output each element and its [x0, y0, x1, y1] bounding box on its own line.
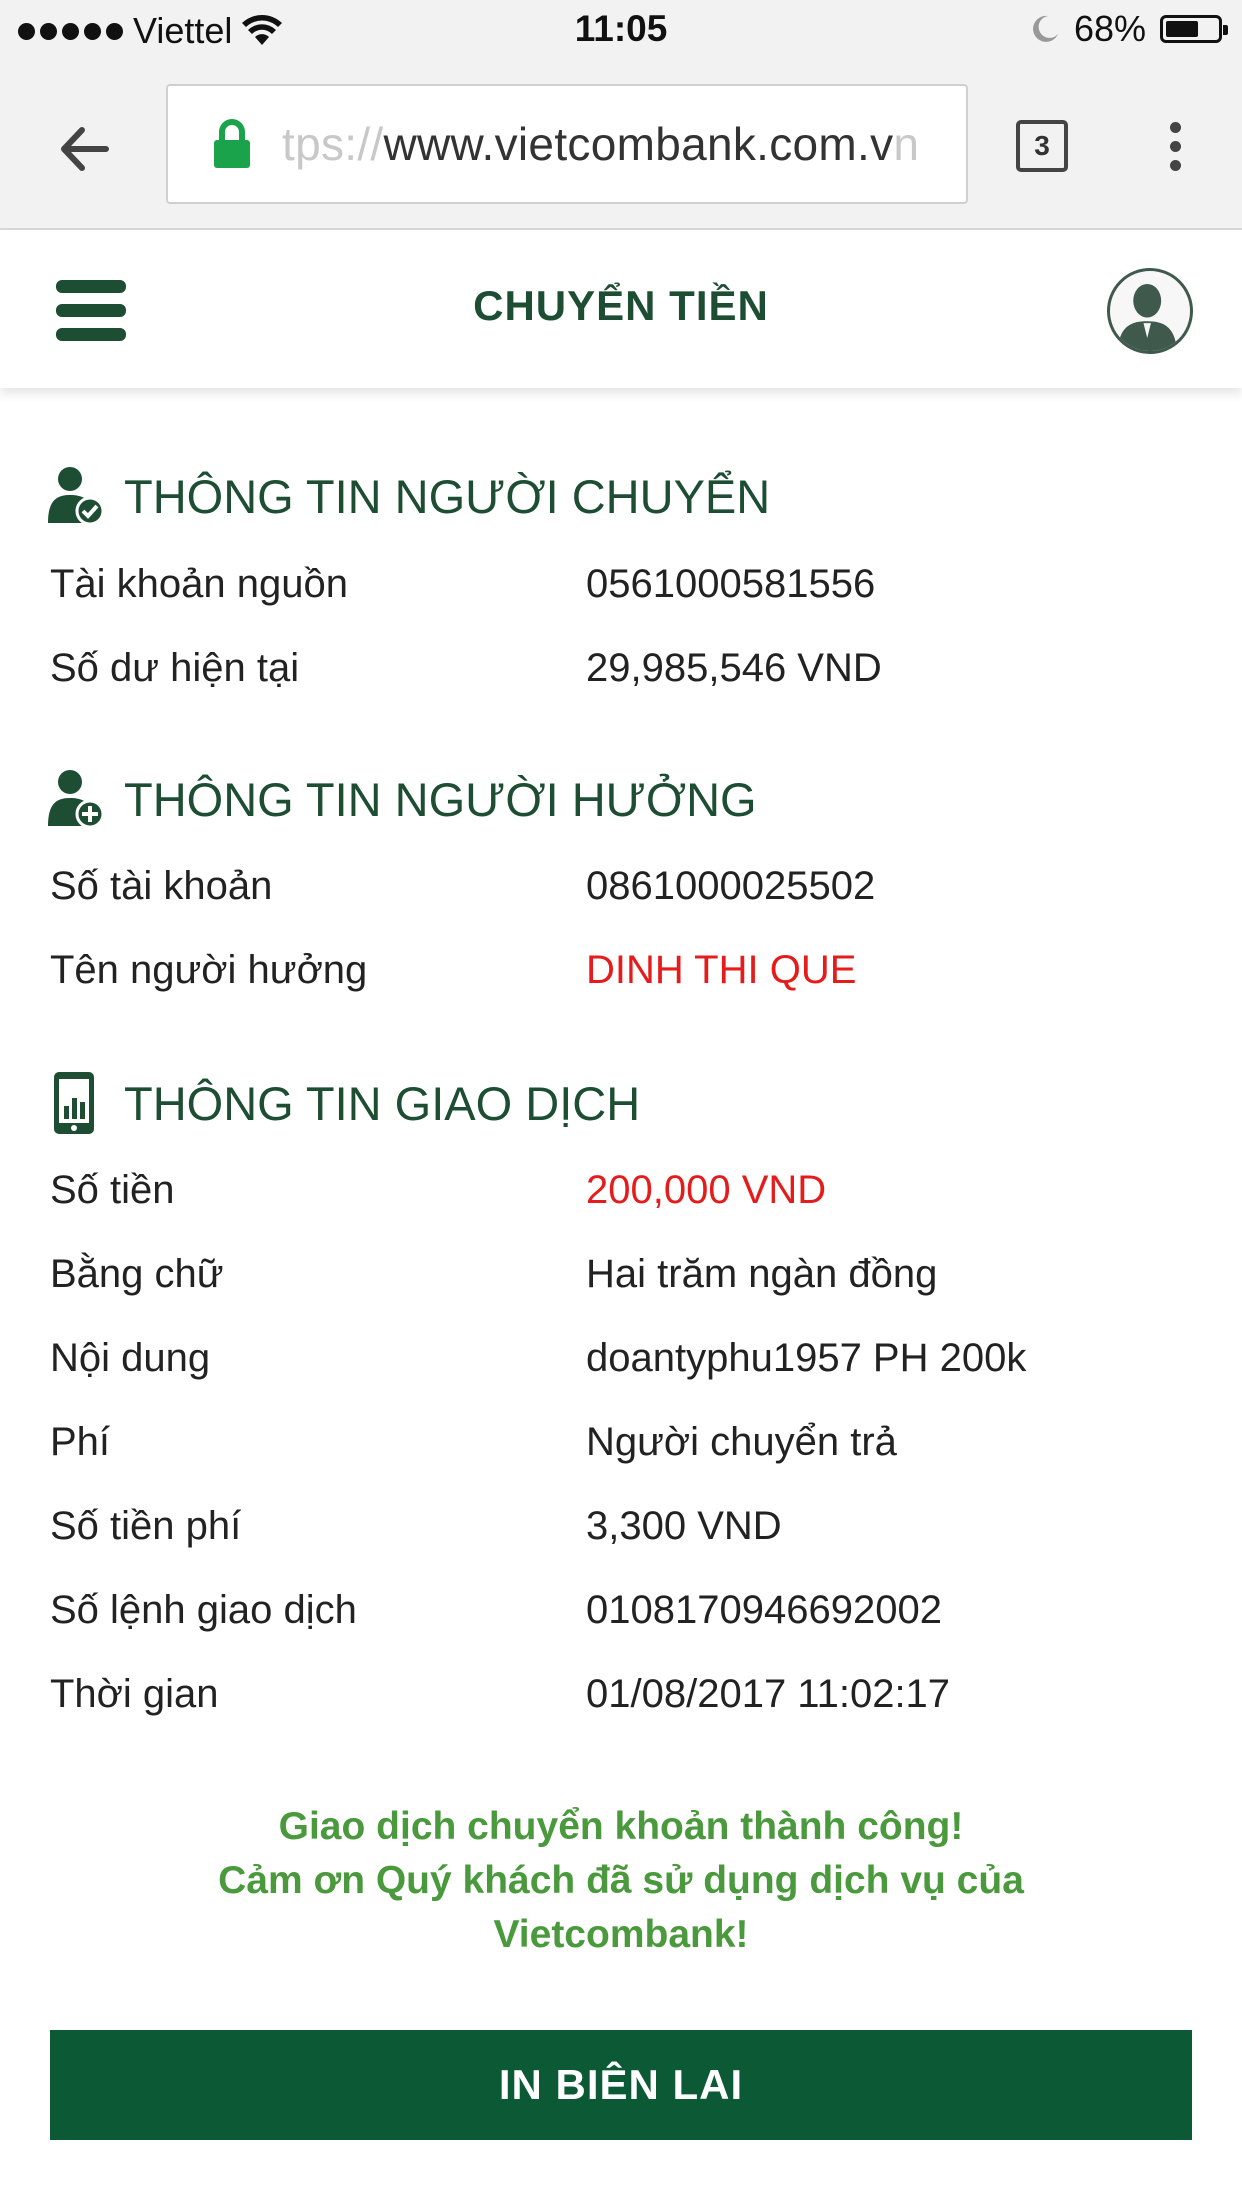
row-label: Phí [50, 1420, 111, 1464]
beneficiary-title-text: THÔNG TIN NGƯỜI HƯỞNG [124, 772, 757, 826]
browser-menu-icon[interactable] [1160, 114, 1190, 184]
lock-icon [214, 119, 250, 168]
success-line-1: Giao dịch chuyển khoản thành công! [278, 1805, 964, 1848]
row-value: 3,300 VND [586, 1504, 782, 1548]
beneficiary-section-title: THÔNG TIN NGƯỜI HƯỞNG [48, 768, 757, 830]
success-line-3: Vietcombank! [493, 1913, 749, 1956]
beneficiary-name-value: DINH THI QUE [586, 948, 857, 992]
row-value: doantyphu1957 PH 200k [586, 1336, 1027, 1380]
user-avatar[interactable] [1107, 268, 1193, 354]
back-arrow-icon[interactable] [50, 114, 120, 184]
mobile-chart-icon [54, 1072, 94, 1134]
success-message: Giao dịch chuyển khoản thành công! Cảm ơ… [0, 1800, 1242, 1962]
sender-title-text: THÔNG TIN NGƯỜI CHUYỂN [124, 469, 771, 523]
row-value: 0561000581556 [586, 562, 876, 606]
app-header: CHUYỂN TIỀN [0, 230, 1242, 388]
row-label: Số dư hiện tại [50, 646, 300, 690]
moon-icon [1032, 15, 1058, 42]
row-value: 0108170946692002 [586, 1588, 942, 1632]
row-label: Số lệnh giao dịch [50, 1588, 357, 1632]
row-label: Số tiền [50, 1168, 175, 1212]
row-value: Người chuyển trả [586, 1420, 897, 1464]
print-receipt-button[interactable]: IN BIÊN LAI [50, 2030, 1192, 2140]
row-label: Thời gian [50, 1672, 219, 1716]
transaction-title-text: THÔNG TIN GIAO DỊCH [124, 1076, 641, 1130]
transaction-section-title: THÔNG TIN GIAO DỊCH [48, 1072, 640, 1134]
row-label: Nội dung [50, 1336, 211, 1380]
row-value: 0861000025502 [586, 864, 876, 908]
status-bar: Viettel 11:05 68% [0, 0, 1242, 64]
row-label: Tài khoản nguồn [50, 562, 349, 606]
amount-value: 200,000 VND [586, 1168, 827, 1212]
battery-icon [1160, 15, 1228, 43]
user-silhouette-icon [1117, 284, 1177, 351]
address-bar[interactable]: tps://www.vietcombank.com.vn [166, 84, 968, 204]
user-add-icon [48, 770, 104, 829]
row-label: Bằng chữ [50, 1252, 224, 1296]
success-line-2: Cảm ơn Quý khách đã sử dụng dịch vụ của [218, 1859, 1024, 1902]
user-check-icon [48, 467, 104, 526]
browser-toolbar: tps://www.vietcombank.com.vn 3 [0, 64, 1242, 230]
page-title: CHUYỂN TIỀN [473, 282, 769, 329]
row-label: Số tiền phí [50, 1504, 242, 1548]
row-value: 29,985,546 VND [586, 646, 882, 690]
row-label: Tên người hưởng [50, 948, 368, 992]
row-label: Số tài khoản [50, 864, 273, 908]
url-text: tps://www.vietcombank.com.vn [282, 118, 920, 170]
sender-section-title: THÔNG TIN NGƯỜI CHUYỂN [48, 465, 770, 527]
tab-switcher-button[interactable]: 3 [1016, 120, 1068, 172]
row-value: 01/08/2017 11:02:17 [586, 1672, 951, 1716]
battery-percent: 68% [1073, 8, 1146, 49]
row-value: Hai trăm ngàn đồng [586, 1252, 938, 1296]
